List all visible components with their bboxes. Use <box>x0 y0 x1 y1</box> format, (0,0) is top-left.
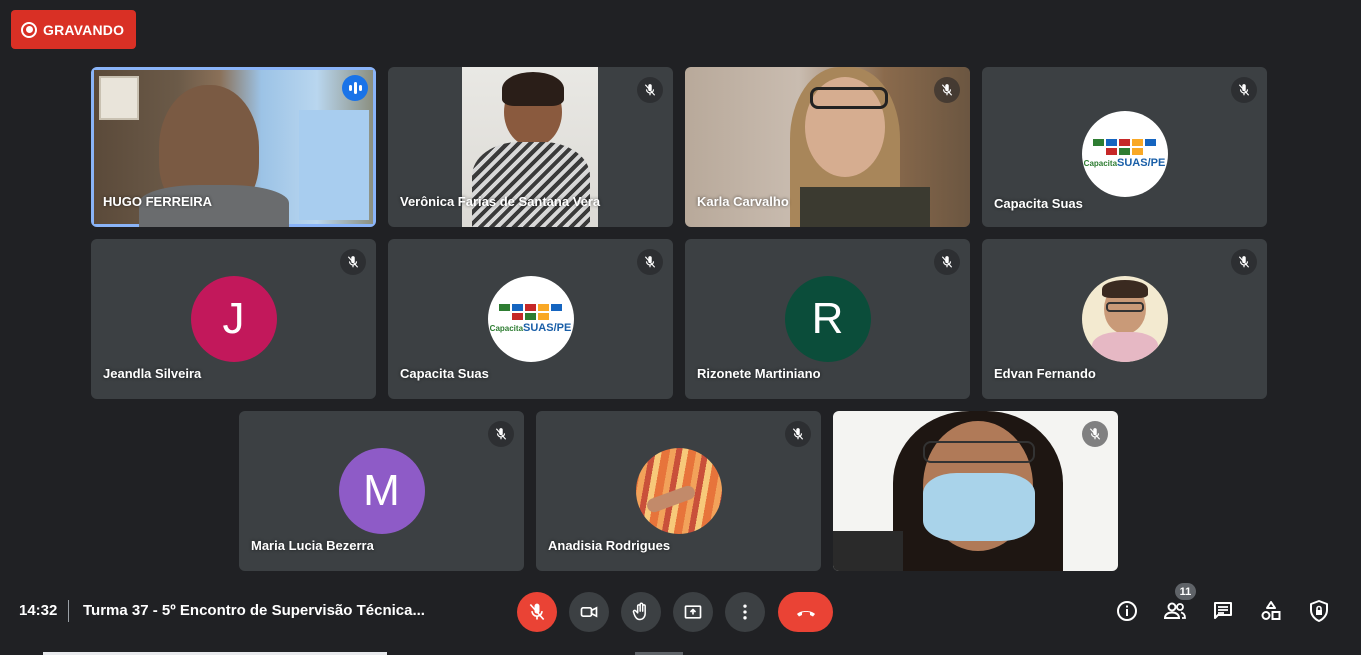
recording-badge: GRAVANDO <box>11 10 136 49</box>
mic-off-icon <box>1231 77 1257 103</box>
participant-video <box>833 411 1118 571</box>
capacita-suas-logo: CapacitaSUAS/PE <box>487 276 574 362</box>
people-button[interactable] <box>1162 598 1188 624</box>
participant-tile-veronica[interactable]: Verônica Farias de Santana Vera <box>388 67 673 227</box>
people-icon <box>1163 602 1186 619</box>
mic-off-icon <box>340 249 366 275</box>
participant-tile-capacita-suas-2[interactable]: CapacitaSUAS/PE Capacita Suas <box>388 239 673 399</box>
avatar: J <box>190 276 277 362</box>
people-count-badge: 11 <box>1175 583 1196 600</box>
activities-icon <box>1261 601 1281 620</box>
mic-off-icon <box>1082 421 1108 447</box>
raise-hand-button[interactable] <box>621 592 661 632</box>
avatar <box>635 448 722 534</box>
avatar <box>1081 276 1168 362</box>
meeting-details-button[interactable] <box>1114 598 1140 624</box>
participant-name: Anadisia Rodrigues <box>548 538 671 553</box>
participant-name: Rizonete Martiniano <box>697 366 821 381</box>
participant-name: HUGO FERREIRA <box>103 194 213 209</box>
flags-decoration <box>1090 139 1160 155</box>
activities-button[interactable] <box>1258 598 1284 624</box>
chat-icon <box>1214 602 1232 619</box>
participant-tile-jeandla[interactable]: J Jeandla Silveira <box>91 239 376 399</box>
mic-off-icon <box>637 249 663 275</box>
participant-name: Verônica Farias de Santana Vera <box>400 194 601 209</box>
recording-label: GRAVANDO <box>43 21 125 38</box>
camera-toggle-button[interactable] <box>569 592 609 632</box>
more-options-button[interactable] <box>725 592 765 632</box>
participant-name: Karla Carvalho <box>697 194 789 209</box>
participant-tile-maria-lucia[interactable]: M Maria Lucia Bezerra <box>239 411 524 571</box>
info-icon <box>1117 601 1137 621</box>
mic-off-icon <box>1231 249 1257 275</box>
mic-off-icon <box>934 249 960 275</box>
raise-hand-icon <box>632 602 646 621</box>
participant-tile-karla[interactable]: Karla Carvalho <box>685 67 970 227</box>
present-screen-button[interactable] <box>673 592 713 632</box>
participant-tile-hugo[interactable]: HUGO FERREIRA <box>91 67 376 227</box>
present-icon <box>684 605 702 619</box>
participant-tile-rizonete[interactable]: R Rizonete Martiniano <box>685 239 970 399</box>
mic-off-icon <box>637 77 663 103</box>
divider <box>68 600 69 622</box>
capacita-suas-logo: CapacitaSUAS/PE <box>1081 111 1168 197</box>
flags-decoration <box>496 304 566 320</box>
end-call-icon <box>796 611 815 617</box>
logo-text: CapacitaSUAS/PE <box>489 322 572 334</box>
host-controls-icon <box>1310 600 1328 622</box>
participant-name: Maria Lucia Bezerra <box>251 538 374 553</box>
participant-tile-anadisia[interactable]: Anadisia Rodrigues <box>536 411 821 571</box>
participant-tile-self[interactable] <box>833 411 1118 571</box>
mic-off-icon <box>785 421 811 447</box>
mic-off-icon <box>529 603 545 621</box>
avatar: R <box>784 276 871 362</box>
host-controls-button[interactable] <box>1306 598 1332 624</box>
meeting-title[interactable]: Turma 37 - 5º Encontro de Supervisão Téc… <box>83 602 425 619</box>
participant-name: Capacita Suas <box>400 366 489 381</box>
speaking-icon <box>342 75 368 101</box>
more-options-icon <box>743 604 747 620</box>
camera-icon <box>580 606 598 618</box>
record-icon <box>21 21 37 38</box>
logo-text: CapacitaSUAS/PE <box>1083 157 1166 169</box>
chat-button[interactable] <box>1210 598 1236 624</box>
participant-tile-capacita-suas-1[interactable]: CapacitaSUAS/PE Capacita Suas <box>982 67 1267 227</box>
avatar: M <box>338 448 425 534</box>
mic-toggle-button[interactable] <box>517 592 557 632</box>
leave-call-button[interactable] <box>778 592 833 632</box>
mic-off-icon <box>934 77 960 103</box>
participant-name: Capacita Suas <box>994 196 1083 211</box>
participant-name: Jeandla Silveira <box>103 366 202 381</box>
control-bar: 14:32 Turma 37 - 5º Encontro de Supervis… <box>0 578 1361 655</box>
participant-name: Edvan Fernando <box>994 366 1096 381</box>
meeting-time: 14:32 <box>19 602 58 619</box>
participant-tile-edvan[interactable]: Edvan Fernando <box>982 239 1267 399</box>
mic-off-icon <box>488 421 514 447</box>
